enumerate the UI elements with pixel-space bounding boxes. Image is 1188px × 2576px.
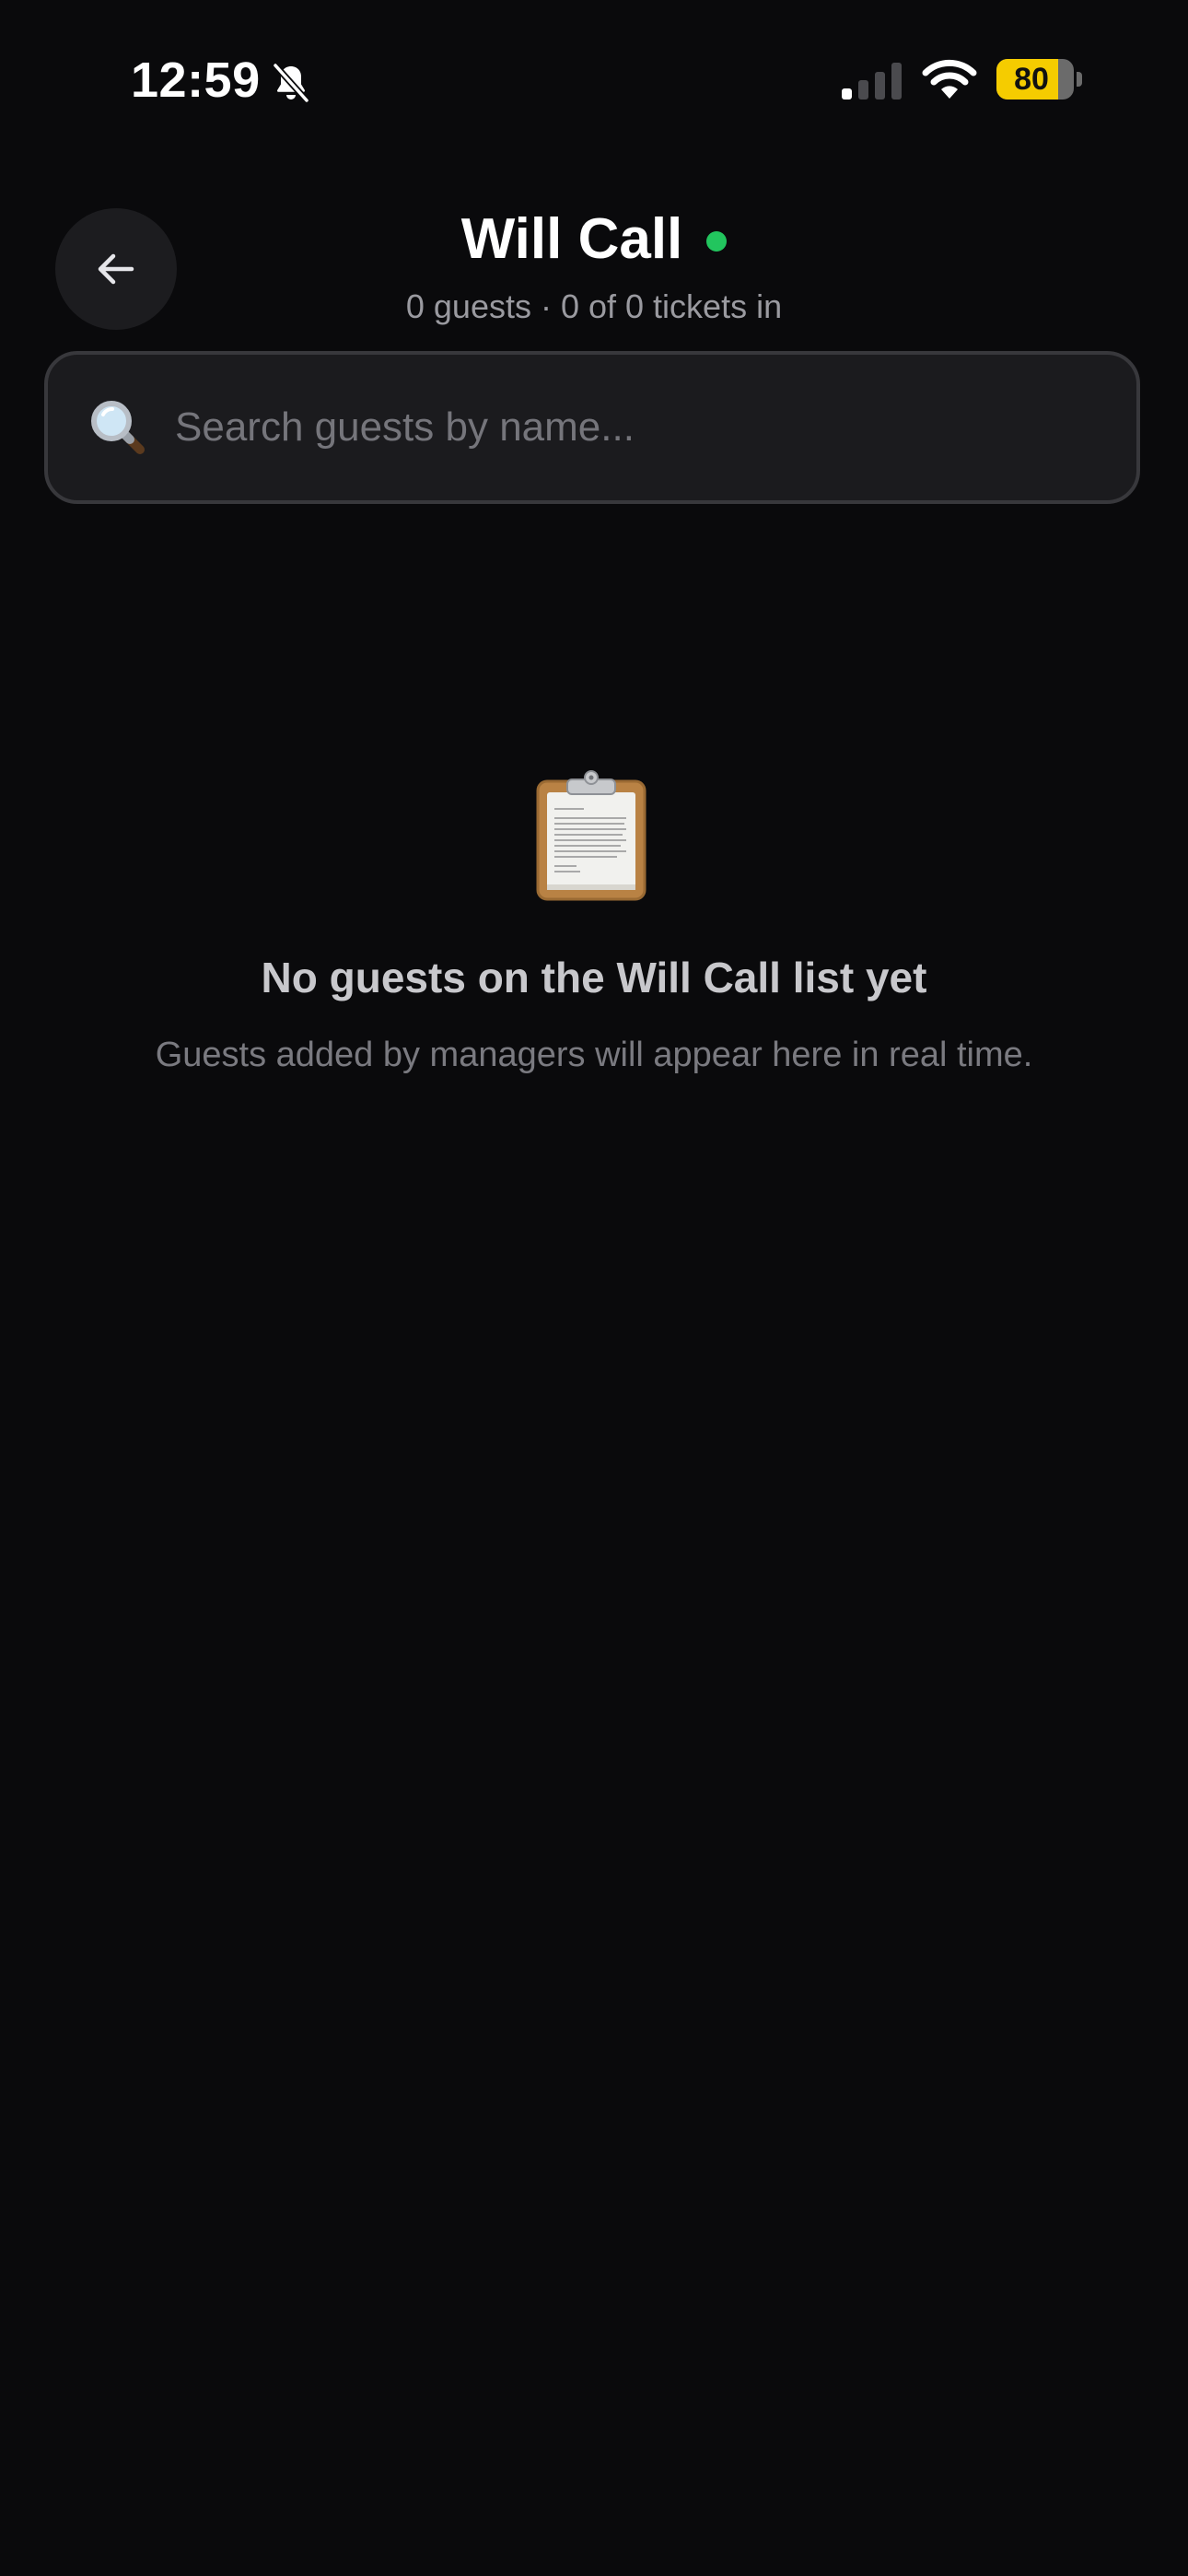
magnifying-glass-icon [91, 401, 145, 454]
empty-state-message: Guests added by managers will appear her… [155, 1036, 1033, 1074]
battery-level: 80 [1014, 62, 1049, 97]
clipboard-icon [536, 770, 646, 901]
battery-icon: 80 [996, 59, 1082, 100]
will-call-screen: 12:59 80 Will Call 0 guests · 0 of 0 tic… [0, 0, 1188, 2576]
empty-state-title: No guests on the Will Call list yet [261, 954, 927, 1001]
wifi-icon [922, 59, 977, 99]
page-title: Will Call [460, 207, 683, 271]
search-input[interactable] [173, 390, 1100, 465]
guest-count-subtitle: 0 guests · 0 of 0 tickets in [405, 287, 783, 325]
search-bar[interactable] [44, 351, 1140, 504]
title-row: Will Call [0, 206, 1188, 272]
live-status-dot [706, 230, 728, 252]
cellular-signal-icon [842, 63, 902, 100]
bell-slash-icon [272, 62, 310, 104]
status-time: 12:59 [131, 53, 261, 108]
